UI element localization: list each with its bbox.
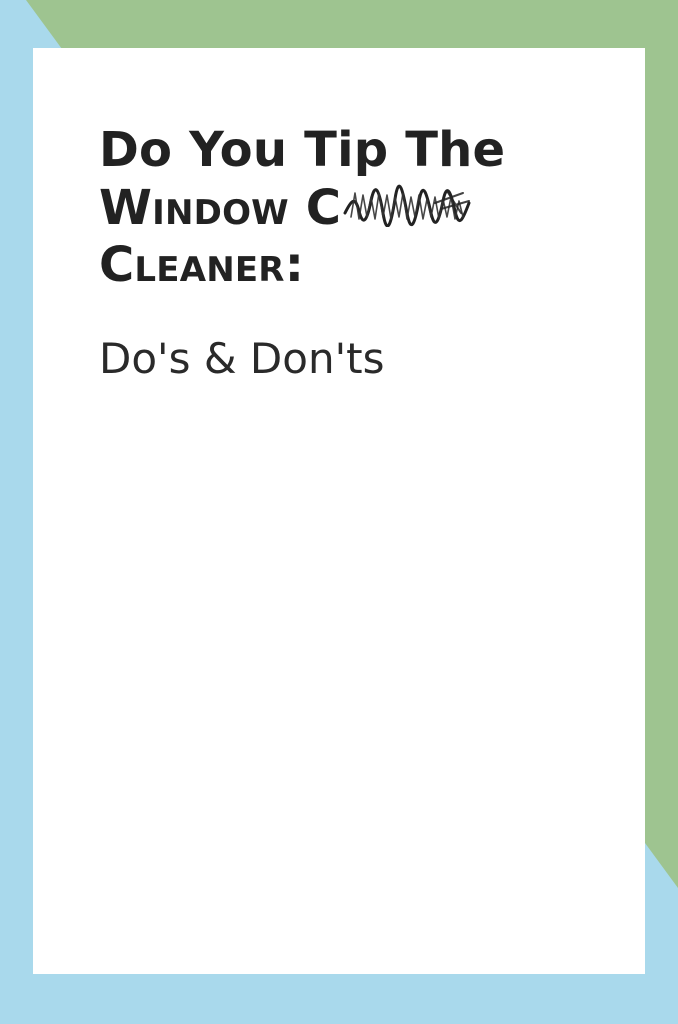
page-subtitle: Do's & Don'ts — [99, 334, 385, 383]
title-line-2-text: Window C — [99, 179, 342, 236]
title-line-1: Do You Tip The — [99, 122, 506, 178]
scribble-icon — [343, 184, 471, 227]
content-card: Do You Tip The Window C Cleaner: Do's & … — [33, 48, 645, 974]
title-line-2: Window C — [99, 180, 569, 238]
title-line-3: Cleaner: — [99, 237, 305, 294]
page-title: Do You Tip The Window C Cleaner: — [99, 122, 569, 295]
